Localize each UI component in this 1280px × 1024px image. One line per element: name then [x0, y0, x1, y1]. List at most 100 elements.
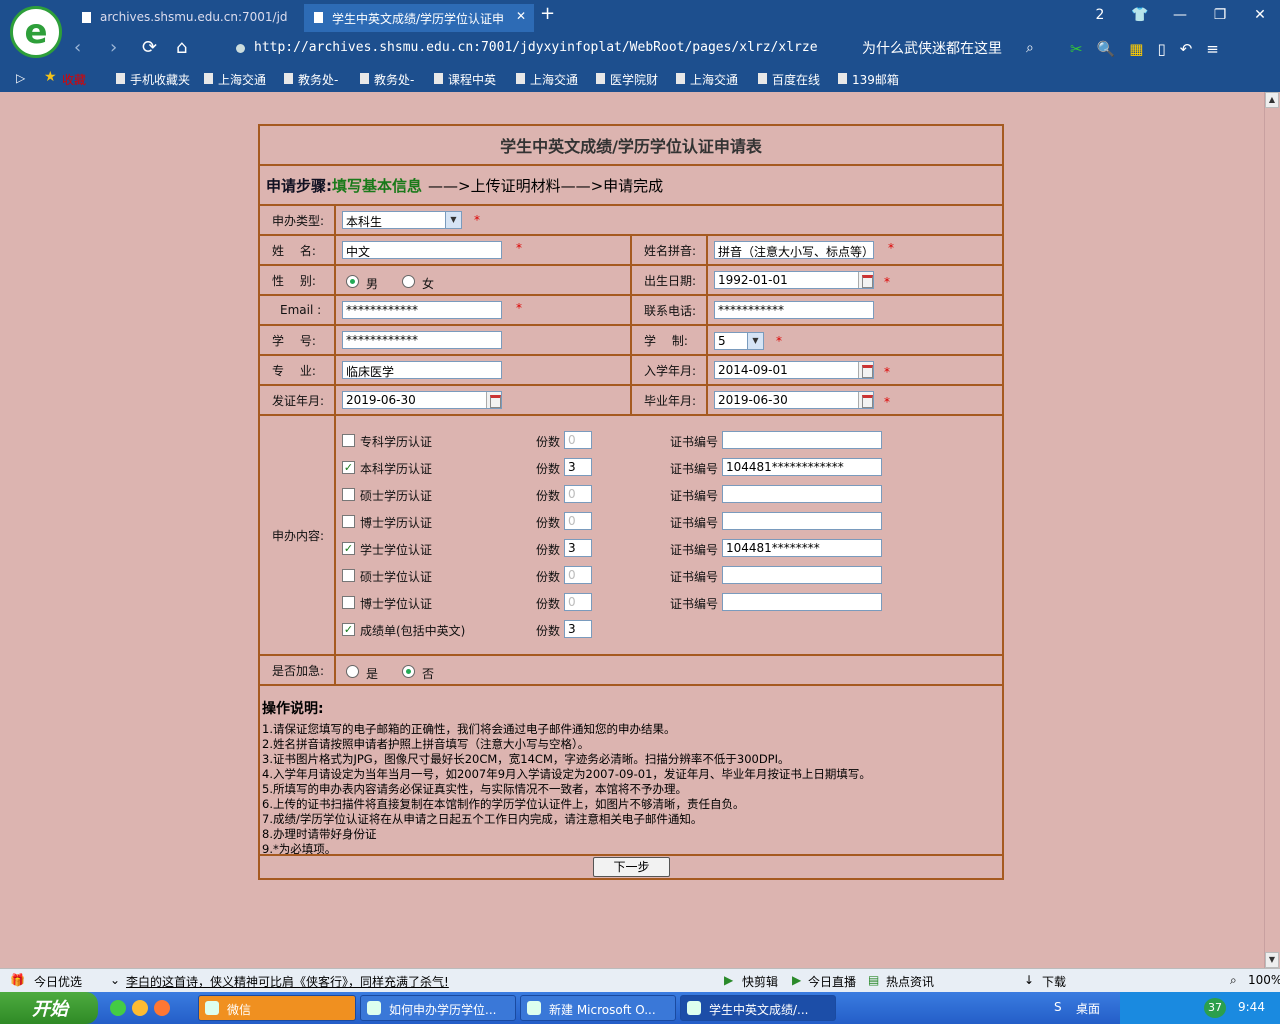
- reading-icon[interactable]: ▯: [1157, 40, 1165, 58]
- undo-icon[interactable]: ↶: [1180, 40, 1193, 58]
- vertical-scrollbar[interactable]: ▲ ▼: [1264, 92, 1280, 968]
- item-checkbox[interactable]: [342, 569, 355, 582]
- gender-female-radio[interactable]: [402, 275, 415, 288]
- sidebar-toggle-icon[interactable]: ▷: [16, 71, 25, 85]
- search-icon[interactable]: ⌕: [1026, 40, 1034, 56]
- restore-icon[interactable]: ❐: [1200, 0, 1240, 32]
- scroll-up-icon[interactable]: ▲: [1265, 92, 1279, 108]
- chevron-down-icon[interactable]: ⌄: [110, 973, 120, 987]
- bookmark-item[interactable]: 上海交通: [674, 71, 738, 88]
- copies-input[interactable]: 0: [564, 485, 592, 503]
- browser-icon[interactable]: [110, 1000, 126, 1016]
- refresh-icon[interactable]: ⟳: [142, 37, 157, 58]
- minimize-icon[interactable]: —: [1160, 0, 1200, 32]
- tab-archives[interactable]: archives.shsmu.edu.cn:7001/jd: [72, 4, 302, 32]
- news-ticker[interactable]: 李白的这首诗，侠义精神可比肩《侠客行》，同样充满了杀气!: [126, 973, 449, 990]
- calendar-icon[interactable]: [486, 392, 501, 408]
- menu-icon[interactable]: ≡: [1206, 40, 1219, 58]
- sogou-icon[interactable]: S: [1054, 1000, 1062, 1014]
- app-icon[interactable]: [132, 1000, 148, 1016]
- copies-input[interactable]: 3: [564, 620, 592, 638]
- calendar-icon[interactable]: [858, 362, 873, 378]
- taskbar-wechat[interactable]: 微信: [198, 995, 356, 1021]
- item-checkbox[interactable]: [342, 515, 355, 528]
- grad-date-input[interactable]: 2019-06-30: [714, 391, 874, 409]
- item-checkbox[interactable]: ✓: [342, 461, 355, 474]
- scroll-down-icon[interactable]: ▼: [1265, 952, 1279, 968]
- type-select[interactable]: 本科生 ▼: [342, 211, 462, 229]
- live-link[interactable]: 今日直播: [808, 973, 856, 990]
- issue-date-input[interactable]: 2019-06-30: [342, 391, 502, 409]
- taskbar-word-doc[interactable]: 如何申办学历学位...: [360, 995, 516, 1021]
- student-id-input[interactable]: ************: [342, 331, 502, 349]
- cert-number-input[interactable]: [722, 431, 882, 449]
- address-bar[interactable]: http://archives.shsmu.edu.cn:7001/jdyxyi…: [230, 38, 850, 60]
- hot-search-text[interactable]: 为什么武侠迷都在这里: [862, 38, 1042, 58]
- bookmark-item[interactable]: 教务处-: [358, 71, 414, 88]
- copies-input[interactable]: 0: [564, 512, 592, 530]
- close-window-icon[interactable]: ✕: [1240, 0, 1280, 32]
- item-checkbox[interactable]: [342, 596, 355, 609]
- today-picks[interactable]: 今日优选: [34, 973, 82, 990]
- tab-count-badge[interactable]: 2: [1080, 0, 1120, 32]
- firefox-icon[interactable]: [154, 1000, 170, 1016]
- bookmark-item[interactable]: 手机收藏夹: [114, 71, 190, 88]
- copies-input[interactable]: 3: [564, 458, 592, 476]
- item-checkbox[interactable]: ✓: [342, 542, 355, 555]
- bookmark-item[interactable]: 上海交通: [514, 71, 578, 88]
- desktop-button[interactable]: 桌面: [1076, 1000, 1100, 1017]
- urgent-no-radio[interactable]: [402, 665, 415, 678]
- news-icon[interactable]: ▤: [868, 973, 879, 987]
- major-input[interactable]: 临床医学: [342, 361, 502, 379]
- bookmark-item[interactable]: 医学院财: [594, 71, 658, 88]
- forward-icon[interactable]: ›: [110, 37, 117, 58]
- cert-number-input[interactable]: [722, 512, 882, 530]
- bookmark-item[interactable]: 百度在线: [756, 71, 820, 88]
- duration-select[interactable]: 5 ▼: [714, 332, 764, 350]
- zoom-level[interactable]: 100%: [1248, 973, 1280, 987]
- notification-badge[interactable]: 37: [1204, 998, 1226, 1018]
- copies-input[interactable]: 3: [564, 539, 592, 557]
- item-checkbox[interactable]: [342, 488, 355, 501]
- download-icon[interactable]: ↓: [1024, 973, 1034, 987]
- hot-news-link[interactable]: 热点资讯: [886, 973, 934, 990]
- copies-input[interactable]: 0: [564, 593, 592, 611]
- item-checkbox[interactable]: ✓: [342, 623, 355, 636]
- apps-icon[interactable]: ▦: [1129, 40, 1143, 58]
- quick-cut-link[interactable]: 快剪辑: [742, 973, 778, 990]
- live-icon[interactable]: ▶: [792, 973, 801, 987]
- bookmark-item[interactable]: 139邮箱: [836, 71, 899, 88]
- calendar-icon[interactable]: [858, 272, 873, 288]
- email-input[interactable]: ************: [342, 301, 502, 319]
- pinyin-input[interactable]: 拼音（注意大小写、标点等）: [714, 241, 874, 259]
- copies-input[interactable]: 0: [564, 566, 592, 584]
- cert-number-input[interactable]: 104481************: [722, 458, 882, 476]
- skin-icon[interactable]: 👕: [1120, 0, 1160, 32]
- birth-date-input[interactable]: 1992-01-01: [714, 271, 874, 289]
- urgent-yes-radio[interactable]: [346, 665, 359, 678]
- close-tab-icon[interactable]: ✕: [516, 9, 526, 23]
- magnifier-icon[interactable]: 🔍: [1097, 40, 1116, 58]
- cert-number-input[interactable]: [722, 485, 882, 503]
- bookmark-item[interactable]: 上海交通: [202, 71, 266, 88]
- play-icon[interactable]: ▶: [724, 973, 733, 987]
- bookmark-item[interactable]: 课程中英: [432, 71, 496, 88]
- cert-number-input[interactable]: [722, 593, 882, 611]
- item-checkbox[interactable]: [342, 434, 355, 447]
- name-input[interactable]: 中文: [342, 241, 502, 259]
- phone-input[interactable]: ***********: [714, 301, 874, 319]
- scissors-icon[interactable]: ✂: [1070, 40, 1083, 58]
- taskbar-new-doc[interactable]: 新建 Microsoft O...: [520, 995, 676, 1021]
- bookmark-item[interactable]: 教务处-: [282, 71, 338, 88]
- taskbar-browser[interactable]: 学生中英文成绩/...: [680, 995, 836, 1021]
- download-link[interactable]: 下载: [1042, 973, 1066, 990]
- cert-number-input[interactable]: [722, 566, 882, 584]
- calendar-icon[interactable]: [858, 392, 873, 408]
- next-step-button[interactable]: 下一步: [593, 857, 670, 877]
- back-icon[interactable]: ‹: [74, 37, 81, 58]
- zoom-icon[interactable]: ⌕: [1230, 973, 1237, 988]
- gift-icon[interactable]: 🎁: [10, 973, 25, 987]
- cert-number-input[interactable]: 104481********: [722, 539, 882, 557]
- new-tab-button[interactable]: +: [540, 3, 555, 24]
- bookmark-favorites[interactable]: 收藏: [44, 69, 86, 88]
